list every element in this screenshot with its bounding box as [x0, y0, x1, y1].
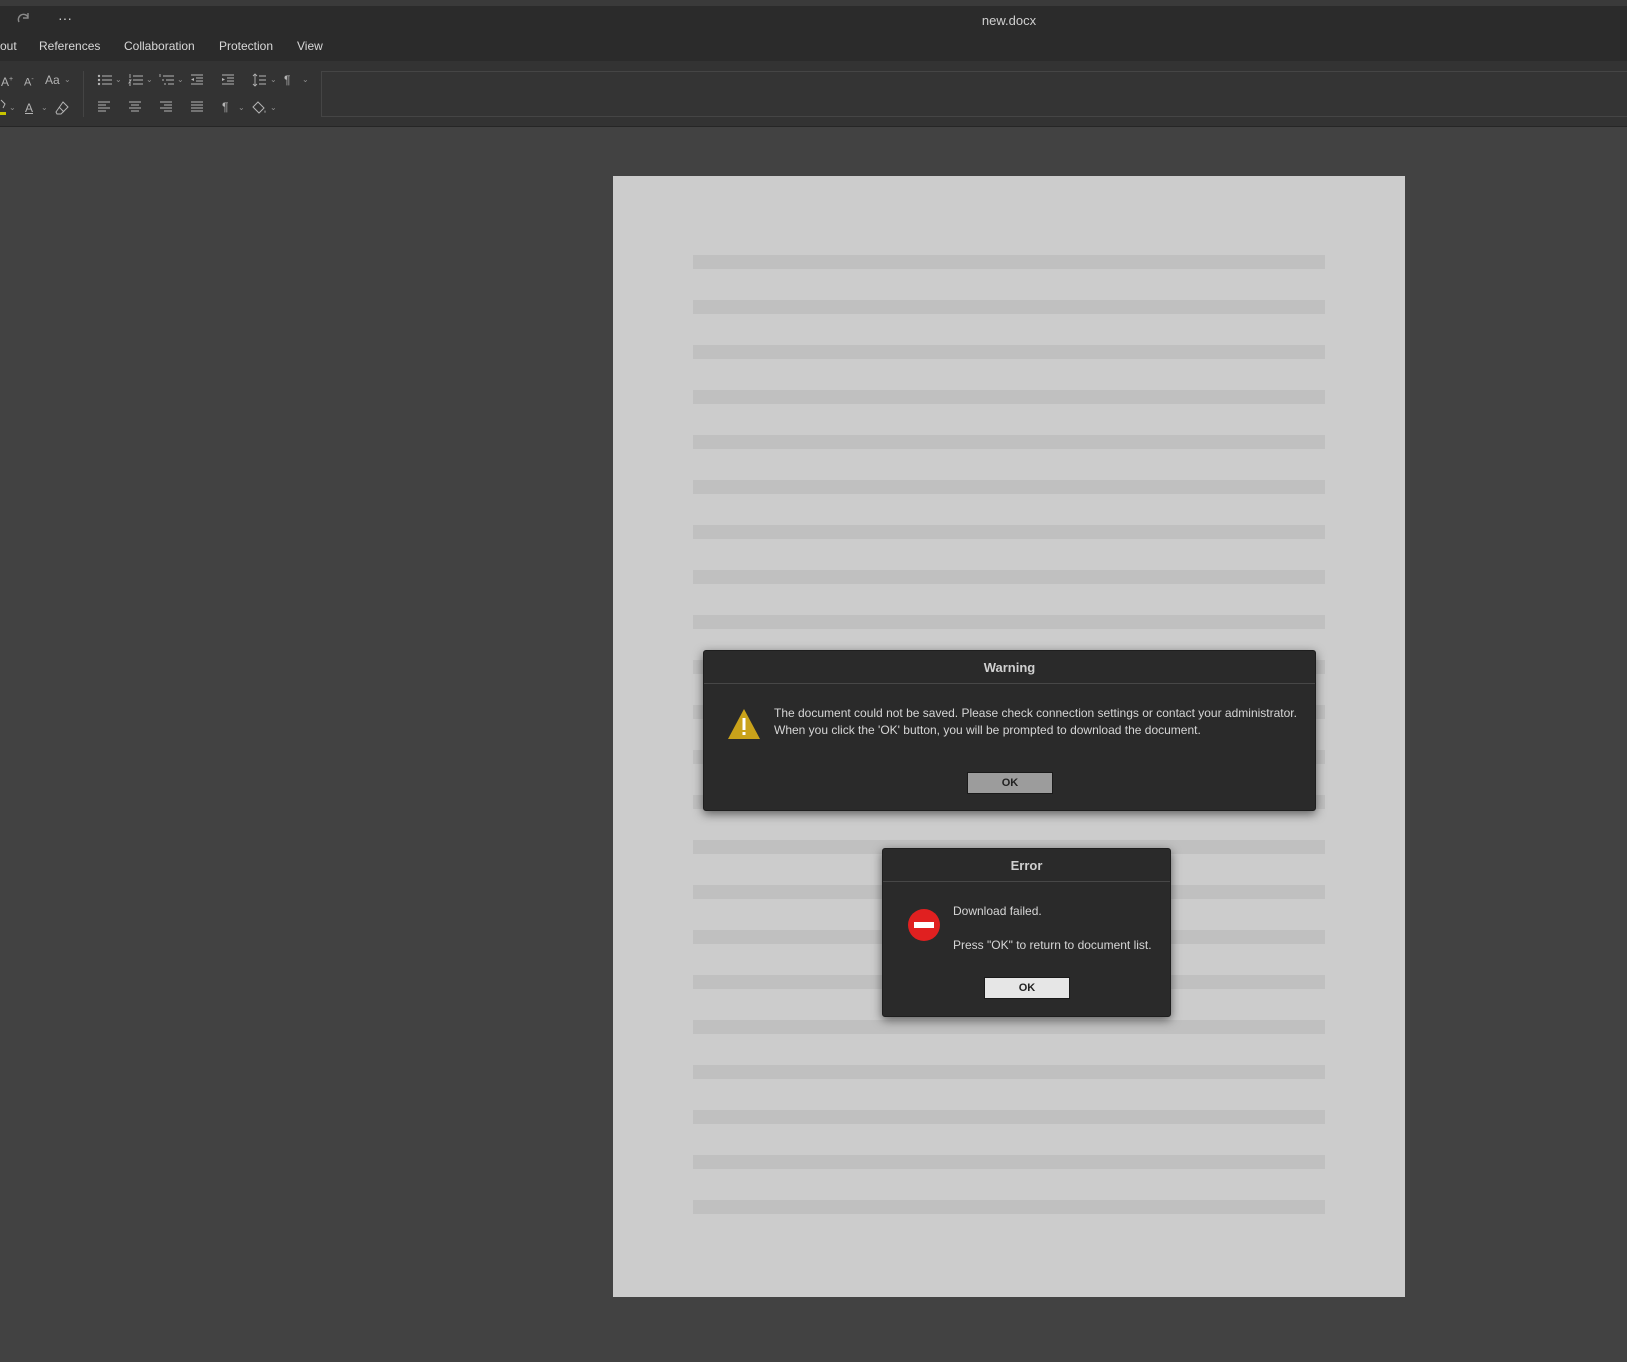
- change-case-dropdown[interactable]: ⌄: [64, 73, 71, 87]
- highlight-button[interactable]: [0, 99, 8, 115]
- toolbar-separator: [83, 71, 84, 117]
- nonprinting-characters-button[interactable]: ¶: [222, 100, 228, 114]
- shading-dropdown[interactable]: ⌄: [270, 101, 277, 115]
- change-case-button[interactable]: Aa: [45, 73, 60, 87]
- line-spacing-dropdown[interactable]: ⌄: [270, 73, 277, 87]
- warning-message-line-2: When you click the 'OK' button, you will…: [774, 723, 1201, 737]
- decrease-indent-button[interactable]: [190, 73, 204, 87]
- error-dialog-title: Error: [883, 849, 1170, 882]
- paragraph-settings-button[interactable]: ¶: [284, 73, 290, 87]
- placeholder-line: [693, 615, 1325, 629]
- paragraph-settings-dropdown[interactable]: ⌄: [302, 73, 309, 87]
- placeholder-line: [693, 390, 1325, 404]
- increase-indent-button[interactable]: [221, 73, 235, 87]
- placeholder-line: [693, 1065, 1325, 1079]
- placeholder-line: [693, 300, 1325, 314]
- bullet-list-icon: [97, 74, 112, 86]
- placeholder-line: [693, 525, 1325, 539]
- line-spacing-button[interactable]: [252, 73, 266, 87]
- error-no-entry-icon: [907, 908, 941, 947]
- placeholder-line: [693, 255, 1325, 269]
- bullet-list-dropdown[interactable]: ⌄: [115, 73, 122, 87]
- tab-references[interactable]: References: [39, 39, 100, 53]
- tab-collaboration[interactable]: Collaboration: [124, 39, 195, 53]
- placeholder-line: [693, 480, 1325, 494]
- font-color-dropdown[interactable]: ⌄: [41, 101, 48, 115]
- title-bar: ··· new.docx: [0, 0, 1627, 33]
- error-message: Download failed. Press "OK" to return to…: [953, 903, 1163, 954]
- error-message-line-2: Press "OK" to return to document list.: [953, 938, 1152, 952]
- highlighter-icon: [0, 99, 6, 115]
- font-color-icon: A: [25, 101, 34, 115]
- ribbon-toolbar: A+ A- Aa ⌄ ⌄ ⌄ ⌄ ⌄ ¶ ⌄ ⌄ A ⌄ ¶ ⌄ ⌄: [0, 61, 1627, 127]
- align-left-icon: [98, 101, 110, 112]
- multilevel-list-dropdown[interactable]: ⌄: [177, 73, 184, 87]
- shading-button[interactable]: [252, 101, 268, 115]
- increase-font-icon: A: [1, 75, 10, 89]
- align-center-button[interactable]: [128, 101, 142, 113]
- tab-protection[interactable]: Protection: [219, 39, 273, 53]
- placeholder-line: [693, 1200, 1325, 1214]
- warning-ok-button[interactable]: OK: [967, 772, 1053, 794]
- numbered-list-dropdown[interactable]: ⌄: [146, 73, 153, 87]
- error-dialog: Error Download failed. Press "OK" to ret…: [882, 848, 1171, 1017]
- eraser-icon: [55, 101, 69, 115]
- ribbon-tab-bar: out References Collaboration Protection …: [0, 33, 1627, 61]
- paint-bucket-icon: [252, 101, 266, 114]
- error-ok-button[interactable]: OK: [984, 977, 1070, 999]
- warning-dialog-title: Warning: [704, 651, 1315, 684]
- warning-triangle-icon: [726, 707, 762, 746]
- placeholder-line: [693, 1020, 1325, 1034]
- multilevel-list-button[interactable]: [159, 73, 175, 87]
- placeholder-line: [693, 435, 1325, 449]
- multilevel-list-icon: [159, 74, 174, 85]
- document-title: new.docx: [981, 13, 1037, 28]
- numbered-list-icon: [128, 74, 143, 86]
- nonprinting-characters-dropdown[interactable]: ⌄: [238, 101, 245, 115]
- font-color-button[interactable]: A: [25, 101, 33, 115]
- highlight-dropdown[interactable]: ⌄: [9, 101, 16, 115]
- decrease-font-size-button[interactable]: A-: [24, 73, 34, 90]
- align-right-button[interactable]: [159, 101, 173, 113]
- align-right-icon: [160, 101, 172, 112]
- pilcrow-icon: ¶: [284, 73, 291, 87]
- clear-style-button[interactable]: [55, 101, 69, 115]
- change-case-icon: Aa: [45, 73, 60, 87]
- warning-message-line-1: The document could not be saved. Please …: [774, 706, 1297, 720]
- decrease-indent-icon: [191, 74, 203, 85]
- styles-gallery[interactable]: [321, 71, 1627, 117]
- error-message-line-1: Download failed.: [953, 904, 1042, 918]
- justify-icon: [191, 101, 203, 112]
- align-left-button[interactable]: [97, 101, 111, 113]
- increase-indent-icon: [222, 74, 234, 85]
- tab-view[interactable]: View: [297, 39, 323, 53]
- warning-message: The document could not be saved. Please …: [774, 705, 1309, 739]
- bullet-list-button[interactable]: [97, 73, 113, 87]
- pilcrow-icon: ¶: [222, 100, 229, 114]
- align-center-icon: [129, 101, 141, 112]
- placeholder-line: [693, 1155, 1325, 1169]
- placeholder-line: [693, 1110, 1325, 1124]
- line-spacing-icon: [252, 73, 266, 87]
- increase-font-size-button[interactable]: A+: [1, 73, 13, 89]
- justify-button[interactable]: [190, 101, 204, 113]
- numbered-list-button[interactable]: [128, 73, 144, 87]
- placeholder-line: [693, 345, 1325, 359]
- tab-layout[interactable]: out: [0, 39, 17, 53]
- placeholder-line: [693, 570, 1325, 584]
- warning-dialog: Warning The document could not be saved.…: [703, 650, 1316, 811]
